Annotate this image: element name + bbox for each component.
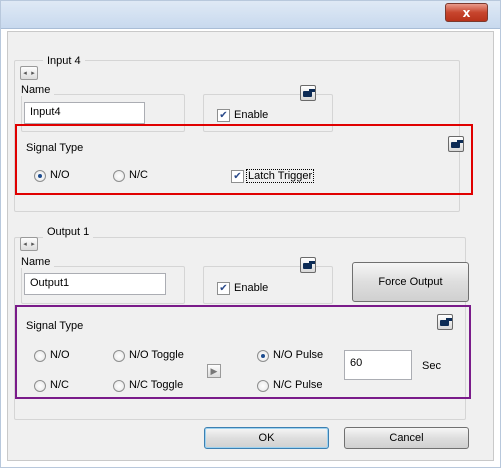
- input-enable-label: Enable: [234, 109, 269, 121]
- output-radio-nc-toggle[interactable]: [113, 380, 125, 392]
- output-radio-nc-label: N/C: [50, 379, 69, 391]
- output-enable-checkbox[interactable]: ✔: [217, 282, 230, 295]
- output-radio-nc-pulse[interactable]: [257, 380, 269, 392]
- output-radio-no-pulse[interactable]: [257, 350, 269, 362]
- output-radio-no-label: N/O: [50, 349, 70, 361]
- pulse-duration-field[interactable]: 60: [344, 350, 412, 380]
- output-radio-nc[interactable]: [34, 380, 46, 392]
- input-radio-no[interactable]: [34, 170, 46, 182]
- close-icon[interactable]: x: [445, 3, 488, 22]
- output-nav-arrows-icon[interactable]: ◂ ▸: [20, 237, 38, 251]
- play-icon[interactable]: ▶: [207, 364, 221, 378]
- output-radio-nc-pulse-label: N/C Pulse: [273, 379, 323, 391]
- output-group-title: Output 1: [43, 226, 94, 238]
- input-hand-pointer-icon[interactable]: [300, 85, 316, 101]
- dialog-window: x ◂ ▸ Input 4 Name Input4 ✔ Enable Signal…: [0, 0, 501, 468]
- input-nav-arrows-icon[interactable]: ◂ ▸: [20, 66, 38, 80]
- ok-button[interactable]: OK: [204, 427, 329, 449]
- dialog-client-area: ◂ ▸ Input 4 Name Input4 ✔ Enable Signal T…: [7, 31, 494, 461]
- output-radio-no-toggle[interactable]: [113, 350, 125, 362]
- latch-trigger-label: Latch Trigger: [246, 169, 315, 183]
- input-radio-no-label: N/O: [50, 169, 70, 181]
- output-name-field[interactable]: Output1: [24, 273, 166, 295]
- input-group-title: Input 4: [43, 55, 85, 67]
- latch-trigger-checkbox[interactable]: ✔: [231, 170, 244, 183]
- output-name-label: Name: [21, 256, 55, 268]
- force-output-button[interactable]: Force Output: [352, 262, 469, 302]
- output-signal-type-label: Signal Type: [26, 320, 84, 332]
- cancel-button[interactable]: Cancel: [344, 427, 469, 449]
- output-signal-hand-pointer-icon[interactable]: [437, 314, 453, 330]
- output-radio-no[interactable]: [34, 350, 46, 362]
- pulse-unit-label: Sec: [422, 360, 441, 372]
- output-radio-no-pulse-label: N/O Pulse: [273, 349, 324, 361]
- input-enable-checkbox[interactable]: ✔: [217, 109, 230, 122]
- input-signal-type-highlight: [15, 124, 473, 195]
- input-radio-nc-label: N/C: [129, 169, 148, 181]
- title-bar: x: [1, 1, 500, 29]
- output-radio-nc-toggle-label: N/C Toggle: [129, 379, 184, 391]
- output-radio-no-toggle-label: N/O Toggle: [129, 349, 184, 361]
- input-signal-type-label: Signal Type: [26, 142, 84, 154]
- input-signal-hand-pointer-icon[interactable]: [448, 136, 464, 152]
- output-enable-label: Enable: [234, 282, 269, 294]
- input-radio-nc[interactable]: [113, 170, 125, 182]
- output-hand-pointer-icon[interactable]: [300, 257, 316, 273]
- input-name-field[interactable]: Input4: [24, 102, 145, 124]
- input-name-label: Name: [21, 84, 55, 96]
